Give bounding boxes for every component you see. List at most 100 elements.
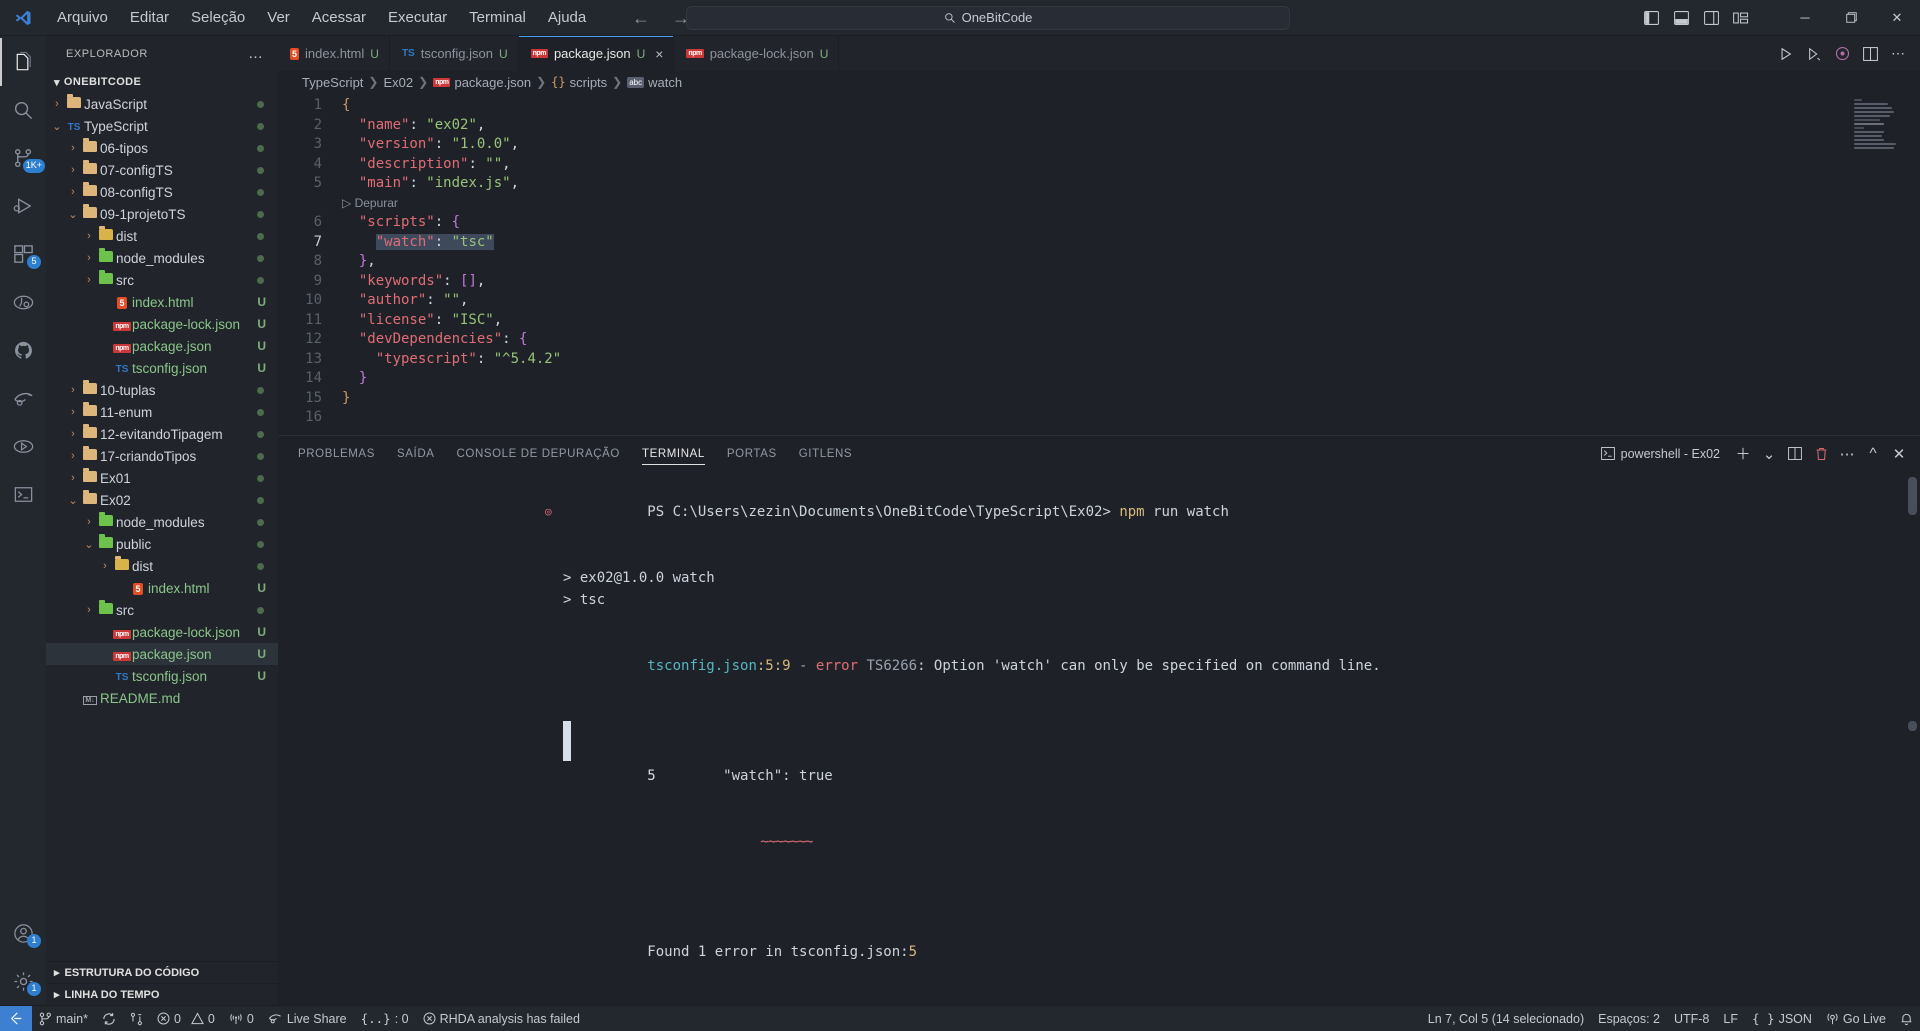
code-line-12[interactable]: 12 "devDependencies": { bbox=[278, 330, 1920, 350]
status-errors[interactable]: 0 0 bbox=[150, 1006, 222, 1031]
tree-folder-11-enum[interactable]: › 11-enum bbox=[46, 401, 278, 423]
code-line-11[interactable]: 11 "license": "ISC", bbox=[278, 311, 1920, 331]
ellipsis-icon[interactable]: ⋯ bbox=[1834, 441, 1860, 467]
status-git-changes[interactable] bbox=[123, 1006, 150, 1031]
customize-layout-icon[interactable] bbox=[1726, 3, 1756, 33]
codelens-row[interactable]: ▷ Depurar bbox=[278, 194, 1920, 214]
code-line-13[interactable]: 13 "typescript": "^5.4.2" bbox=[278, 350, 1920, 370]
code-line-7[interactable]: 7 "watch": "tsc" bbox=[278, 233, 1920, 253]
activity-item-settings[interactable]: 1 bbox=[0, 957, 46, 1005]
breadcrumb-item-watch[interactable]: abc watch bbox=[627, 75, 682, 90]
line-content[interactable]: } bbox=[336, 389, 350, 409]
tree-folder-public[interactable]: ⌄ public bbox=[46, 533, 278, 555]
tree-folder-dist[interactable]: › dist bbox=[46, 555, 278, 577]
run-and-debug-icon[interactable] bbox=[1800, 36, 1828, 71]
chevron-right-icon[interactable]: › bbox=[66, 384, 80, 396]
chevron-right-icon[interactable]: › bbox=[82, 252, 96, 264]
chevron-up-icon[interactable]: ^ bbox=[1860, 441, 1886, 467]
toggle-panel-icon[interactable] bbox=[1666, 3, 1696, 33]
code-line-16[interactable]: 16 bbox=[278, 408, 1920, 428]
code-line-3[interactable]: 3 "version": "1.0.0", bbox=[278, 135, 1920, 155]
close-icon[interactable]: × bbox=[655, 46, 663, 62]
command-center[interactable]: OneBitCode bbox=[686, 5, 1290, 30]
tree-folder-src[interactable]: › src bbox=[46, 599, 278, 621]
chevron-right-icon[interactable]: › bbox=[66, 164, 80, 176]
section-linha-do-tempo[interactable]: ▸ LINHA DO TEMPO bbox=[46, 983, 278, 1005]
tree-folder-17-criandotipos[interactable]: › 17-criandoTipos bbox=[46, 445, 278, 467]
activity-item-run-and-debug[interactable] bbox=[0, 182, 46, 230]
code-editor[interactable]: 1{2 "name": "ex02", 3 "version": "1.0.0",… bbox=[278, 93, 1920, 435]
tree-folder-07-configts[interactable]: › 07-configTS bbox=[46, 159, 278, 181]
chevron-down-icon[interactable]: ⌄ bbox=[1756, 441, 1782, 467]
status-branch[interactable]: main* bbox=[32, 1006, 95, 1031]
tree-folder-09-1projetots[interactable]: ⌄ 09-1projetoTS bbox=[46, 203, 278, 225]
terminal-prompt-line-2[interactable]: ○PS C:\Users\zezin\Documents\OneBitCode\… bbox=[563, 1007, 1920, 1031]
chevron-right-icon[interactable]: › bbox=[66, 450, 80, 462]
panel-tab-console-de-depuracao[interactable]: CONSOLE DE DEPURAÇÃO bbox=[457, 436, 620, 471]
code-line-5[interactable]: 5 "main": "index.js", bbox=[278, 174, 1920, 194]
line-content[interactable]: "scripts": { bbox=[336, 213, 460, 233]
panel-tab-saida[interactable]: SAÍDA bbox=[397, 436, 435, 471]
chevron-right-icon[interactable]: › bbox=[66, 406, 80, 418]
panel-tab-gitlens[interactable]: GITLENS bbox=[799, 436, 852, 471]
ellipsis-icon[interactable]: ⋯ bbox=[1884, 36, 1912, 71]
line-content[interactable] bbox=[336, 408, 342, 428]
minimize-icon[interactable]: ─ bbox=[1782, 0, 1828, 36]
tab-index-html[interactable]: 5 index.html U bbox=[278, 36, 390, 71]
chevron-right-icon[interactable]: › bbox=[82, 516, 96, 528]
run-file-icon[interactable] bbox=[1772, 36, 1800, 71]
code-content[interactable]: 1{2 "name": "ex02", 3 "version": "1.0.0",… bbox=[278, 93, 1920, 428]
terminal-output[interactable]: ◎ PS C:\Users\zezin\Documents\OneBitCode\… bbox=[278, 471, 1920, 1031]
code-line-6[interactable]: 6 "scripts": { bbox=[278, 213, 1920, 233]
arrow-left-icon[interactable]: ← bbox=[632, 9, 650, 27]
line-content[interactable]: "devDependencies": { bbox=[336, 330, 528, 350]
sidebar-more-actions-icon[interactable]: … bbox=[248, 45, 270, 62]
tree-file-package-lock-json[interactable]: npm package-lock.json U bbox=[46, 621, 278, 643]
chevron-right-icon[interactable]: › bbox=[66, 472, 80, 484]
line-content[interactable]: "keywords": [], bbox=[336, 272, 485, 292]
tree-file-tsconfig-json[interactable]: TS tsconfig.json U bbox=[46, 665, 278, 687]
code-line-10[interactable]: 10 "author": "", bbox=[278, 291, 1920, 311]
menu-item-selecao[interactable]: Seleção bbox=[180, 5, 256, 31]
editor-scrollbar[interactable] bbox=[1908, 93, 1918, 435]
tree-folder-src[interactable]: › src bbox=[46, 269, 278, 291]
code-line-15[interactable]: 15} bbox=[278, 389, 1920, 409]
breadcrumb-item-ex02[interactable]: Ex02 bbox=[383, 75, 413, 90]
chevron-right-icon[interactable]: › bbox=[66, 142, 80, 154]
section-estrutura-do-codigo[interactable]: ▸ ESTRUTURA DO CÓDIGO bbox=[46, 961, 278, 983]
close-icon[interactable]: ✕ bbox=[1874, 0, 1920, 36]
tree-folder-ex01[interactable]: › Ex01 bbox=[46, 467, 278, 489]
chevron-right-icon[interactable]: › bbox=[82, 230, 96, 242]
split-icon[interactable] bbox=[1782, 441, 1808, 467]
chevron-right-icon[interactable]: › bbox=[98, 560, 112, 572]
chevron-right-icon[interactable]: › bbox=[50, 98, 64, 110]
tree-folder-dist[interactable]: › dist bbox=[46, 225, 278, 247]
plus-icon[interactable]: ＋ bbox=[1730, 441, 1756, 467]
chevron-right-icon[interactable]: › bbox=[66, 428, 80, 440]
split-editor-icon[interactable] bbox=[1856, 36, 1884, 71]
panel-tab-portas[interactable]: PORTAS bbox=[727, 436, 777, 471]
line-content[interactable]: } bbox=[336, 369, 367, 389]
activity-item-remote-explorer[interactable] bbox=[0, 422, 46, 470]
line-content[interactable]: "version": "1.0.0", bbox=[336, 135, 519, 155]
toggle-primary-sidebar-icon[interactable] bbox=[1636, 3, 1666, 33]
terminal-shell-selector[interactable]: powershell - Ex02 bbox=[1600, 447, 1720, 461]
terminal-scrollbar[interactable] bbox=[1908, 477, 1917, 515]
error-file[interactable]: tsconfig.json bbox=[647, 658, 757, 674]
tab-package-lock-json[interactable]: npm package-lock.json U bbox=[674, 36, 840, 71]
line-content[interactable]: "description": "", bbox=[336, 155, 511, 175]
code-line-1[interactable]: 1{ bbox=[278, 96, 1920, 116]
tree-file-package-lock-json[interactable]: npm package-lock.json U bbox=[46, 313, 278, 335]
chevron-right-icon[interactable]: › bbox=[82, 274, 96, 286]
activity-item-github[interactable] bbox=[0, 326, 46, 374]
status-ports[interactable]: 0 bbox=[222, 1006, 261, 1031]
menu-item-ajuda[interactable]: Ajuda bbox=[537, 5, 597, 31]
trash-icon[interactable] bbox=[1808, 441, 1834, 467]
menu-item-ver[interactable]: Ver bbox=[256, 5, 301, 31]
line-content[interactable]: }, bbox=[336, 252, 376, 272]
minimap[interactable] bbox=[1854, 99, 1906, 151]
tree-folder-node-modules[interactable]: › node_modules bbox=[46, 511, 278, 533]
chevron-right-icon[interactable]: › bbox=[66, 186, 80, 198]
tree-folder-typescript[interactable]: ⌄ TS TypeScript bbox=[46, 115, 278, 137]
menu-item-terminal[interactable]: Terminal bbox=[458, 5, 537, 31]
